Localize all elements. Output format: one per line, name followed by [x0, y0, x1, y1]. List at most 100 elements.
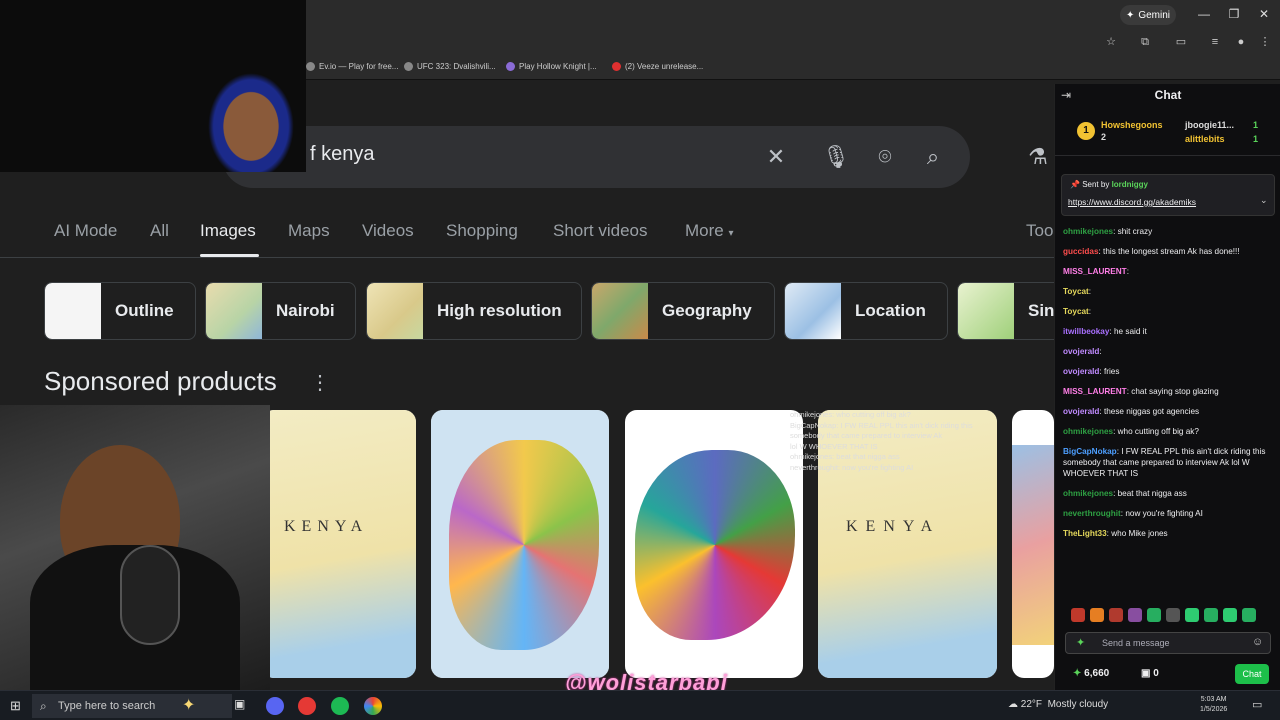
- leader-name[interactable]: alittlebits: [1185, 134, 1225, 144]
- chat-text: :: [1099, 347, 1102, 356]
- map-label: KENYA: [846, 518, 941, 535]
- chat-message: ohmikejones: shit crazy: [1063, 226, 1275, 237]
- emote-icon[interactable]: [1147, 608, 1161, 622]
- clear-icon[interactable]: ✕: [762, 143, 790, 171]
- tab-ai-mode[interactable]: AI Mode: [54, 221, 117, 241]
- search-icon[interactable]: ⌕: [919, 143, 947, 171]
- chat-input[interactable]: ✦ Send a message ☺: [1065, 632, 1271, 654]
- labs-flask-icon[interactable]: ⚗: [1024, 143, 1052, 171]
- chat-username[interactable]: ohmikejones: [1063, 489, 1113, 498]
- channel-points[interactable]: ✦ 6,660: [1073, 668, 1109, 679]
- chat-username[interactable]: MISS_LAURENT: [1063, 267, 1127, 276]
- tab-videos[interactable]: Videos: [362, 221, 414, 241]
- emote-icon[interactable]: [1185, 608, 1199, 622]
- emote-icon[interactable]: [1109, 608, 1123, 622]
- chip-thumbnail: [785, 283, 841, 339]
- tab-images[interactable]: Images: [200, 221, 256, 241]
- windows-start-icon[interactable]: ⊞: [10, 698, 21, 714]
- close-window-icon[interactable]: ✕: [1252, 4, 1276, 24]
- leader-name[interactable]: jboogie11...: [1185, 120, 1234, 130]
- chat-text: : beat that nigga ass: [1113, 489, 1187, 498]
- maximize-icon[interactable]: ❐: [1222, 4, 1246, 24]
- chevron-down-icon[interactable]: ⌄: [1260, 195, 1268, 206]
- overlay-chat: ohmikejones: who cutting off big ak? Big…: [790, 410, 1050, 473]
- chat-username[interactable]: ovojerald: [1063, 347, 1099, 356]
- taskbar-search[interactable]: ⌕ Type here to search: [32, 694, 232, 718]
- chat-username[interactable]: TheLight33: [1063, 529, 1107, 538]
- emote-icon[interactable]: [1166, 608, 1180, 622]
- chat-username[interactable]: neverthroughit: [1063, 509, 1121, 518]
- microphone: [120, 545, 180, 645]
- spotify-icon[interactable]: [331, 697, 349, 715]
- bookmark-item[interactable]: (2) Veeze unrelease...: [612, 58, 703, 74]
- product-card[interactable]: [625, 410, 803, 678]
- chat-username[interactable]: ohmikejones: [1063, 227, 1113, 236]
- pinned-link[interactable]: https://www.discord.gg/akademiks: [1068, 197, 1196, 207]
- emote-icon[interactable]: [1128, 608, 1142, 622]
- bookmark-item[interactable]: UFC 323: Dvalishvili...: [404, 58, 496, 74]
- emote-icon[interactable]: [1204, 608, 1218, 622]
- leader-count: 2: [1101, 132, 1107, 142]
- emote-icon[interactable]: [1242, 608, 1256, 622]
- gemini-button[interactable]: ✦ Gemini: [1120, 5, 1176, 25]
- chat-username[interactable]: Toycat: [1063, 307, 1089, 316]
- tab-shopping[interactable]: Shopping: [446, 221, 518, 241]
- pinned-message[interactable]: 📌 Sent by lordniggy https://www.discord.…: [1061, 174, 1275, 216]
- minimize-icon[interactable]: —: [1192, 4, 1216, 24]
- more-options-icon[interactable]: ⋮: [310, 370, 330, 395]
- screen-icon[interactable]: ▭: [1174, 35, 1188, 49]
- discord-icon[interactable]: [266, 697, 284, 715]
- emote-icon[interactable]: [1223, 608, 1237, 622]
- emote-icon[interactable]: [1090, 608, 1104, 622]
- product-card[interactable]: KENYA: [262, 410, 416, 678]
- chat-message: MISS_LAURENT:: [1063, 266, 1275, 277]
- chip-location[interactable]: Location: [784, 282, 948, 340]
- chip-outline[interactable]: Outline: [44, 282, 196, 340]
- overlay-chat-line: BigCapNokap: I FW REAL PPL this ain't di…: [790, 420, 973, 430]
- chat-message: ovojerald: these niggas got agencies: [1063, 406, 1275, 417]
- extensions-icon[interactable]: ⧉: [1138, 35, 1152, 49]
- chat-username[interactable]: BigCapNokap: [1063, 447, 1117, 456]
- tab-all[interactable]: All: [150, 221, 169, 241]
- emoji-icon[interactable]: ☺: [1252, 636, 1263, 648]
- menu-dots-icon[interactable]: ⋮: [1258, 35, 1272, 49]
- chip-partial[interactable]: Sin: [957, 282, 1054, 340]
- tab-tools[interactable]: Too: [1026, 221, 1053, 241]
- media-icon[interactable]: ≡: [1208, 35, 1222, 49]
- lens-icon[interactable]: ⌾: [871, 143, 899, 171]
- notifications-icon[interactable]: ▭: [1252, 698, 1262, 711]
- chat-message: TheLight33: who Mike jones: [1063, 528, 1275, 539]
- task-view-icon[interactable]: ▣: [234, 697, 245, 711]
- emote-row[interactable]: [1071, 608, 1277, 624]
- bookmark-item[interactable]: Play Hollow Knight |...: [506, 58, 597, 74]
- chat-username[interactable]: ovojerald: [1063, 407, 1099, 416]
- chat-username[interactable]: ovojerald: [1063, 367, 1099, 376]
- taskbar-weather[interactable]: ☁ 22°F Mostly cloudy: [1008, 699, 1108, 710]
- microphone-icon[interactable]: 🎙: [822, 143, 850, 171]
- leader-name[interactable]: Howshegoons: [1101, 120, 1163, 130]
- chat-username[interactable]: guccidas: [1063, 247, 1099, 256]
- chat-username[interactable]: Toycat: [1063, 287, 1089, 296]
- chat-message: ohmikejones: who cutting off big ak?: [1063, 426, 1275, 437]
- profile-icon[interactable]: ●: [1234, 35, 1248, 49]
- chip-nairobi[interactable]: Nairobi: [205, 282, 356, 340]
- copilot-sparkle-icon[interactable]: ✦: [182, 695, 195, 715]
- bookmark-item[interactable]: Ev.io — Play for free...: [306, 58, 398, 74]
- tab-short-videos[interactable]: Short videos: [553, 221, 648, 241]
- product-card[interactable]: [431, 410, 609, 678]
- chat-username[interactable]: MISS_LAURENT: [1063, 387, 1127, 396]
- bookmark-star-icon[interactable]: ☆: [1104, 35, 1118, 49]
- gift-count[interactable]: ▣ 0: [1141, 668, 1159, 679]
- emote-icon[interactable]: [1071, 608, 1085, 622]
- tab-more[interactable]: More ▾: [685, 221, 734, 241]
- chrome-icon[interactable]: [364, 697, 382, 715]
- chip-high-resolution[interactable]: High resolution: [366, 282, 582, 340]
- chat-username[interactable]: ohmikejones: [1063, 427, 1113, 436]
- send-chat-button[interactable]: Chat: [1235, 664, 1269, 684]
- chip-geography[interactable]: Geography: [591, 282, 775, 340]
- taskbar-clock[interactable]: 5:03 AM 1/5/2026: [1200, 695, 1227, 715]
- app-icon[interactable]: [298, 697, 316, 715]
- tab-maps[interactable]: Maps: [288, 221, 330, 241]
- search-input[interactable]: f kenya: [310, 143, 374, 166]
- chat-username[interactable]: itwillbeokay: [1063, 327, 1109, 336]
